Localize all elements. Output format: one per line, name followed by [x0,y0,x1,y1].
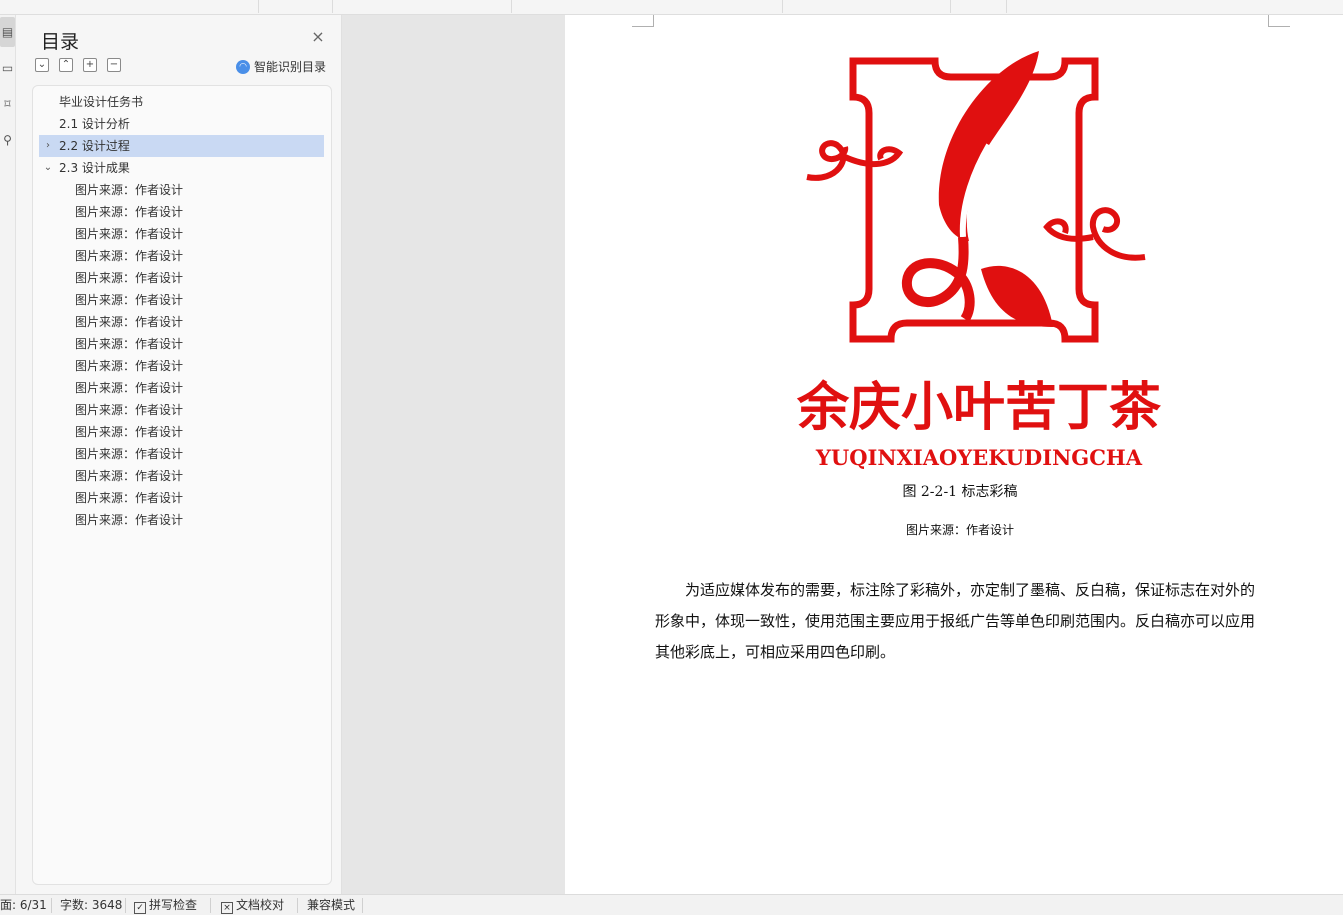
toc-item-label: 2.1 设计分析 [59,117,130,131]
body-paragraph: 为适应媒体发布的需要，标注除了彩稿外，亦定制了墨稿、反白稿，保证标志在对外的形象… [655,575,1265,668]
toc-item[interactable]: 图片来源：作者设计 [39,201,324,223]
toc-item-label: 2.3 设计成果 [59,161,130,175]
toc-panel: 目录 × ⌄ ⌃ + − ◠ 智能识别目录 毕业设计任务书 2.1 设计分析 › 2.… [16,15,342,894]
word-count[interactable]: 字数: 3648 [60,897,122,914]
toc-toolbar: ⌄ ⌃ + − [35,58,121,72]
ribbon-divider [1006,0,1007,13]
figure-source: 图片来源：作者设计 [905,523,1014,537]
toc-item-label: 图片来源：作者设计 [75,315,184,329]
ribbon-divider [511,0,512,13]
toc-item-label: 图片来源：作者设计 [75,359,184,373]
expand-up-icon[interactable]: ⌃ [59,58,73,72]
toc-item[interactable]: 图片来源：作者设计 [39,223,324,245]
collapse-all-icon[interactable]: ⌄ [35,58,49,72]
logo-image: 余庆小叶苦丁茶 YUQINXIAOYEKUDINGCHA [757,27,1201,485]
toc-item[interactable]: 图片来源：作者设计 [39,267,324,289]
close-box-icon: × [221,902,233,914]
status-divider [51,898,52,913]
status-divider [210,898,211,913]
toc-item-label: 图片来源：作者设计 [75,249,184,263]
toc-item[interactable]: 图片来源：作者设计 [39,487,324,509]
logo-stem [901,236,975,322]
search-icon[interactable]: ⚲ [0,125,15,155]
toc-item[interactable]: 图片来源：作者设计 [39,509,324,531]
add-level-icon[interactable]: + [83,58,97,72]
toc-item[interactable]: 图片来源：作者设计 [39,333,324,355]
ribbon-divider [782,0,783,13]
spell-check-label: 拼写检查 [149,898,198,912]
ribbon-strip [0,0,1343,15]
toc-item-label: 图片来源：作者设计 [75,293,184,307]
page-corner-mark [1268,15,1290,27]
remove-level-icon[interactable]: − [107,58,121,72]
doc-proof-button[interactable]: × 文档校对 [221,897,284,914]
figure-caption: 图 2-2-1 标志彩稿 [902,484,1018,500]
paragraph-text: 为适应媒体发布的需要，标注除了彩稿外，亦定制了墨稿、反白稿，保证标志在对外的形象… [655,581,1256,661]
toc-item[interactable]: 图片来源：作者设计 [39,377,324,399]
toc-item[interactable]: 图片来源：作者设计 [39,399,324,421]
toc-item[interactable]: 2.1 设计分析 [39,113,324,135]
ribbon-divider [258,0,259,13]
toc-item-label: 图片来源：作者设计 [75,491,184,505]
toc-item[interactable]: 图片来源：作者设计 [39,179,324,201]
navigation-rail: ▤ ▭ ⌑ ⚲ [0,15,16,894]
bookmark-icon[interactable]: ⌑ [0,89,15,119]
toc-item-label: 图片来源：作者设计 [75,183,184,197]
status-divider [362,898,363,913]
toc-item[interactable]: 图片来源：作者设计 [39,289,324,311]
logo-small-leaf [981,265,1053,327]
toc-item[interactable]: 图片来源：作者设计 [39,311,324,333]
status-divider [125,898,126,913]
toc-item-label: 图片来源：作者设计 [75,271,184,285]
compat-mode: 兼容模式 [307,898,356,912]
toc-item-label: 图片来源：作者设计 [75,403,184,417]
chapter-view-icon[interactable]: ▭ [0,53,15,83]
toc-item[interactable]: › 2.2 设计过程 [39,135,324,157]
smart-toc-button[interactable]: ◠ 智能识别目录 [236,58,326,75]
toc-item[interactable]: ⌄ 2.3 设计成果 [39,157,324,179]
logo-pinyin-text: YUQINXIAOYEKUDINGCHA [815,445,1143,470]
toc-item-label: 图片来源：作者设计 [75,205,184,219]
logo-cloud-left [806,140,904,181]
logo-brand-text: 余庆小叶苦丁茶 [796,377,1162,438]
doc-proof-label: 文档校对 [236,898,285,912]
toc-item[interactable]: 毕业设计任务书 [39,91,324,113]
toc-item-label: 图片来源：作者设计 [75,447,184,461]
toc-item-label: 图片来源：作者设计 [75,227,184,241]
smart-toc-label: 智能识别目录 [254,60,327,74]
toc-item[interactable]: 图片来源：作者设计 [39,421,324,443]
toc-item[interactable]: 图片来源：作者设计 [39,355,324,377]
toc-item-label: 图片来源：作者设计 [75,425,184,439]
toc-item-label: 图片来源：作者设计 [75,469,184,483]
toc-list: 毕业设计任务书 2.1 设计分析 › 2.2 设计过程 ⌄ 2.3 设计成果图片来源：作者… [32,85,332,885]
smart-icon: ◠ [236,59,250,74]
document-page: 余庆小叶苦丁茶 YUQINXIAOYEKUDINGCHA 图 2-2-1 标志彩… [565,15,1343,894]
chevron-right-icon[interactable]: › [42,135,54,157]
toc-item[interactable]: 图片来源：作者设计 [39,443,324,465]
toc-item[interactable]: 图片来源：作者设计 [39,245,324,267]
toc-item[interactable]: 图片来源：作者设计 [39,465,324,487]
spell-check-button[interactable]: ✓ 拼写检查 [134,897,197,914]
chevron-down-icon[interactable]: ⌄ [42,157,54,179]
toc-item-label: 毕业设计任务书 [59,95,144,109]
page-corner-mark [632,15,654,27]
toc-view-icon[interactable]: ▤ [0,17,15,47]
page-indicator[interactable]: 面: 6/31 [0,897,47,914]
tea-logo-graphic: 余庆小叶苦丁茶 YUQINXIAOYEKUDINGCHA [796,51,1162,470]
status-bar: 面: 6/31 字数: 3648 ✓ 拼写检查 × 文档校对 兼容模式 [0,894,1343,915]
logo-cloud-right [1043,207,1146,261]
status-divider [297,898,298,913]
toc-item-label: 图片来源：作者设计 [75,381,184,395]
checkbox-icon: ✓ [134,902,146,914]
toc-item-label: 图片来源：作者设计 [75,337,184,351]
close-icon[interactable]: × [310,29,326,45]
toc-item-label: 图片来源：作者设计 [75,513,184,527]
toc-title: 目录 [41,31,80,53]
ribbon-divider [950,0,951,13]
ribbon-divider [332,0,333,13]
toc-item-label: 2.2 设计过程 [59,139,130,153]
